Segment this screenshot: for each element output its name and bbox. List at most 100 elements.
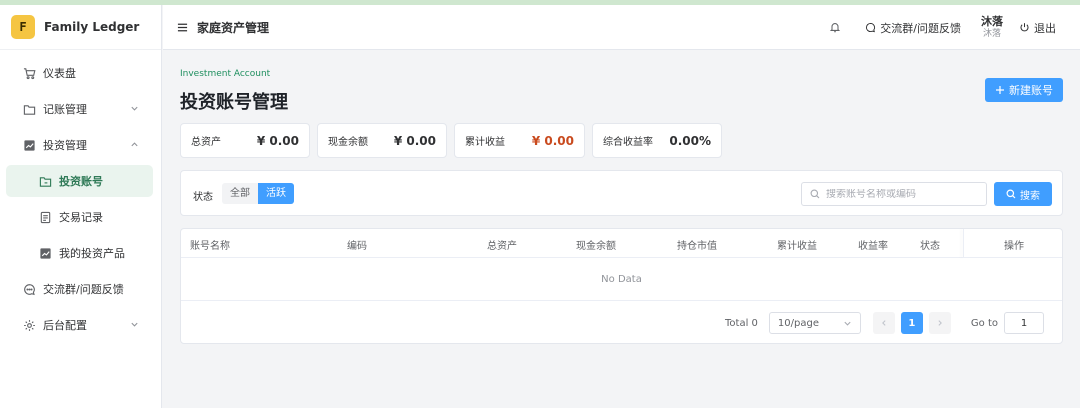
user-subtitle: 沐落 (982, 28, 1001, 39)
sidebar-item-label: 交流群/问题反馈 (43, 283, 124, 296)
plus-icon (996, 86, 1004, 94)
folder-icon (22, 102, 36, 116)
status-segmented-control: 全部 活跃 (222, 183, 294, 204)
column-header-cumulative-profit[interactable]: 累计收益 (777, 237, 817, 252)
goto-page-input[interactable]: 1 (1004, 312, 1044, 334)
prev-page-button[interactable] (872, 312, 895, 334)
status-option-active[interactable]: 活跃 (258, 183, 294, 204)
column-header-account-name[interactable]: 账号名称 (190, 237, 230, 252)
page-number-button[interactable]: 1 (900, 312, 923, 334)
sidebar-item-label: 我的投资产品 (59, 247, 125, 260)
search-input[interactable] (826, 188, 976, 200)
chevron-down-icon (844, 321, 851, 326)
power-icon (1020, 23, 1029, 32)
sidebar-item-label: 交易记录 (59, 211, 103, 224)
chevron-right-icon (938, 320, 942, 326)
cart-icon (22, 66, 36, 80)
chat-icon (866, 22, 876, 33)
search-button-label: 搜索 (1020, 190, 1040, 202)
sidebar-item-transactions[interactable]: 交易记录 (6, 201, 153, 233)
sidebar: F Family Ledger 仪表盘 记账管理 投资管理 投资账号 交易记录 … (0, 5, 162, 408)
sidebar-item-label: 记账管理 (43, 103, 87, 116)
search-box (801, 182, 987, 206)
stat-value: ¥ 0.00 (393, 133, 436, 148)
header: 家庭资产管理 交流群/问题反馈 沐落 沐落 退出 (163, 5, 1080, 50)
stat-label: 综合收益率 (603, 137, 653, 148)
sidebar-item-admin-settings[interactable]: 后台配置 (6, 309, 153, 341)
column-header-code[interactable]: 编码 (347, 237, 367, 252)
user-menu[interactable]: 沐落 沐落 (981, 15, 1003, 41)
chart-icon (22, 138, 36, 152)
page-kicker: Investment Account (180, 69, 271, 79)
column-header-holding-value[interactable]: 持仓市值 (677, 237, 717, 252)
page-title: 投资账号管理 (180, 92, 288, 113)
pagination: Total 0 10/page 1 Go to 1 (725, 312, 1044, 334)
pagination-total: Total 0 (725, 317, 758, 329)
column-header-cash-balance[interactable]: 现金余额 (576, 237, 616, 252)
sidebar-item-my-products[interactable]: 我的投资产品 (6, 237, 153, 269)
goto-label: Go to (970, 317, 998, 329)
stat-value: ¥ 0.00 (256, 133, 299, 148)
chevron-left-icon (881, 320, 886, 326)
sidebar-item-dashboard[interactable]: 仪表盘 (6, 57, 153, 89)
chat-icon (22, 282, 36, 296)
stat-label: 累计收益 (465, 137, 505, 148)
column-header-actions: 操作 (1004, 241, 1024, 252)
chart-icon (38, 246, 52, 260)
search-button[interactable]: 搜索 (994, 182, 1052, 206)
search-icon (810, 189, 820, 199)
brand[interactable]: F Family Ledger (0, 5, 161, 50)
sidebar-item-bookkeeping[interactable]: 记账管理 (6, 93, 153, 125)
fixed-column-divider (963, 229, 964, 258)
sidebar-item-investment[interactable]: 投资管理 (6, 129, 153, 161)
new-account-button[interactable]: 新建账号 (985, 78, 1063, 102)
status-filter-label: 状态 (193, 192, 213, 203)
stat-cash-balance: 现金余额 ¥ 0.00 (317, 123, 447, 158)
user-name: 沐落 (981, 14, 1003, 28)
table-empty-state: No Data (181, 259, 1062, 301)
stat-value: ¥ 0.00 (531, 133, 574, 148)
chevron-down-icon (130, 319, 139, 332)
hamburger-menu-icon[interactable] (177, 21, 189, 33)
stat-cumulative-profit: 累计收益 ¥ 0.00 (454, 123, 585, 158)
stat-overall-return-rate: 综合收益率 0.00% (592, 123, 722, 158)
stat-value: 0.00% (669, 133, 711, 148)
column-header-status[interactable]: 状态 (920, 237, 940, 252)
brand-logo: F (11, 15, 35, 39)
chevron-up-icon (130, 139, 139, 152)
column-header-total-assets[interactable]: 总资产 (487, 237, 517, 252)
stat-label: 总资产 (191, 137, 221, 148)
brand-name: Family Ledger (44, 20, 140, 34)
bell-icon[interactable] (829, 21, 843, 35)
accounts-table: 账号名称 编码 总资产 现金余额 持仓市值 累计收益 收益率 状态 操作 No … (180, 228, 1063, 344)
stat-label: 现金余额 (328, 137, 368, 148)
sidebar-item-investment-accounts[interactable]: 投资账号 (6, 165, 153, 197)
page-size-value: 10/page (777, 317, 819, 329)
header-actions: 交流群/问题反馈 沐落 沐落 退出 (829, 5, 1080, 50)
stat-total-assets: 总资产 ¥ 0.00 (180, 123, 310, 158)
sidebar-item-label: 后台配置 (43, 319, 87, 332)
sidebar-item-label: 投资账号 (59, 175, 103, 188)
gear-icon (22, 318, 36, 332)
sidebar-nav: 仪表盘 记账管理 投资管理 投资账号 交易记录 我的投资产品 交流群/问题反馈 … (0, 50, 161, 341)
main-content: Investment Account 投资账号管理 新建账号 总资产 ¥ 0.0… (163, 51, 1080, 408)
page-size-select[interactable]: 10/page (768, 312, 861, 334)
search-icon (1006, 189, 1016, 199)
sidebar-item-label: 仪表盘 (43, 67, 76, 80)
sidebar-item-label: 投资管理 (43, 139, 87, 152)
header-title: 家庭资产管理 (197, 20, 270, 35)
next-page-button[interactable] (928, 312, 951, 334)
header-feedback-link[interactable]: 交流群/问题反馈 (865, 20, 961, 36)
filter-bar: 状态 全部 活跃 搜索 (180, 170, 1063, 216)
sidebar-item-feedback[interactable]: 交流群/问题反馈 (6, 273, 153, 305)
logout-button[interactable]: 退出 (1019, 20, 1056, 36)
chevron-down-icon (130, 103, 139, 116)
column-header-return-rate[interactable]: 收益率 (858, 237, 888, 252)
folder-icon (38, 174, 52, 188)
document-icon (38, 210, 52, 224)
status-option-all[interactable]: 全部 (222, 183, 258, 204)
table-header: 账号名称 编码 总资产 现金余额 持仓市值 累计收益 收益率 状态 操作 (181, 229, 1062, 258)
logout-label: 退出 (1034, 21, 1056, 35)
new-account-label: 新建账号 (1009, 84, 1053, 97)
feedback-label: 交流群/问题反馈 (880, 21, 961, 35)
